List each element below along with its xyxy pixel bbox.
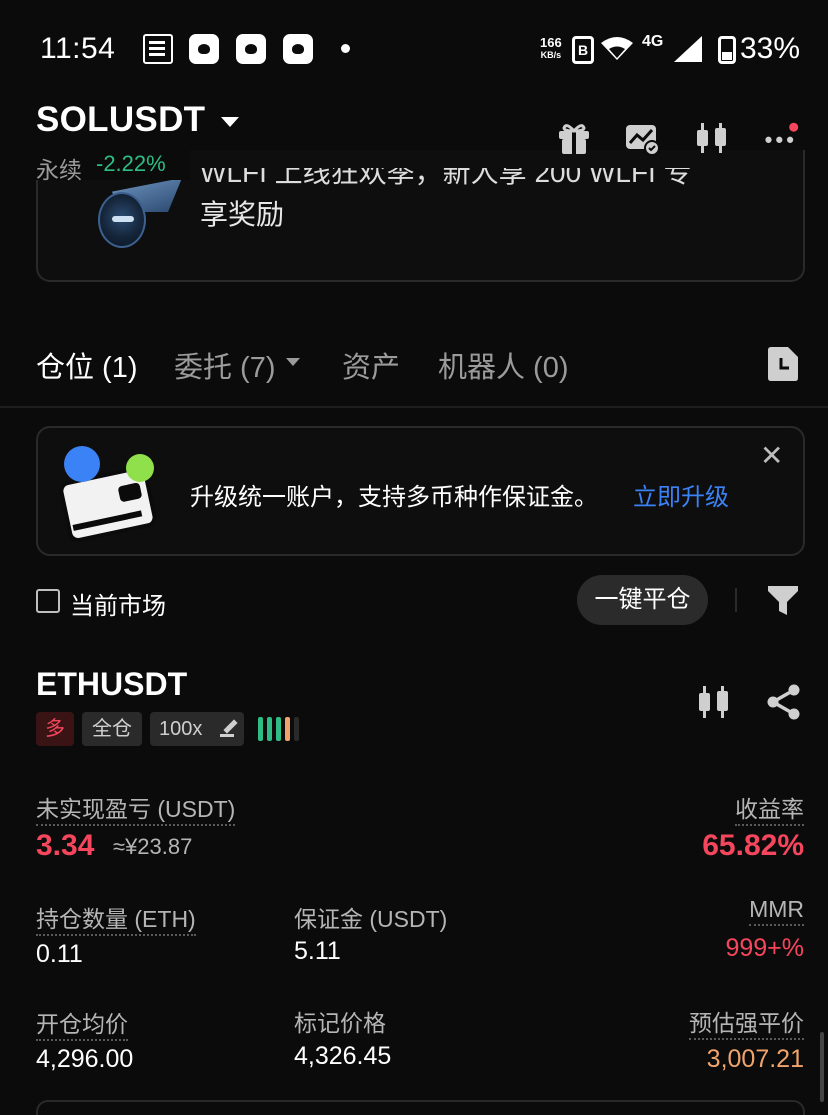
more-icon[interactable]: [764, 120, 800, 156]
adl-bar: [285, 717, 290, 741]
upgrade-text: 升级统一账户，支持多币种作保证金。: [190, 477, 598, 512]
history-doc-icon[interactable]: [766, 346, 800, 382]
roe-label: 收益率: [735, 790, 804, 824]
wifi-icon: [600, 36, 634, 62]
current-market-label[interactable]: 当前市场: [70, 586, 166, 621]
margin-label: 保证金 (USDT): [294, 900, 447, 934]
close-icon[interactable]: ✕: [760, 442, 783, 470]
position-symbol[interactable]: ETHUSDT: [36, 666, 187, 703]
baidu-notification-icon: [283, 34, 313, 64]
mark-price-value: 4,326.45: [294, 1042, 391, 1071]
divider: [735, 588, 737, 612]
price-change: -2.22%: [96, 151, 166, 177]
adl-bar: [267, 717, 272, 741]
size-value: 0.11: [36, 940, 83, 969]
candlestick-icon[interactable]: [694, 120, 730, 156]
promo-coin-image: [98, 192, 146, 248]
baidu-notification-icon: [236, 34, 266, 64]
current-market-checkbox[interactable]: [36, 589, 60, 613]
scrollbar[interactable]: [820, 1032, 824, 1102]
adl-bar: [294, 717, 299, 741]
entry-price-label: 开仓均价: [36, 1005, 128, 1039]
baidu-notification-icon: [189, 34, 219, 64]
roe-value: 65.82%: [702, 829, 804, 863]
chart-settings-icon[interactable]: [624, 120, 660, 156]
unrealized-pnl-label: 未实现盈亏 (USDT): [36, 790, 235, 824]
tab-bots[interactable]: 机器人 (0): [438, 344, 569, 386]
edit-icon: [220, 723, 234, 737]
mark-price-label: 标记价格: [294, 1004, 386, 1038]
adl-bar: [276, 717, 281, 741]
more-notifications-dot-icon: [341, 44, 350, 53]
filter-icon[interactable]: [766, 583, 800, 617]
side-badge: 多: [36, 712, 74, 746]
close-all-button[interactable]: 一键平仓: [577, 575, 708, 625]
status-time: 11:54: [40, 32, 115, 66]
battery-level: 33%: [740, 32, 800, 66]
battery-icon: [718, 36, 736, 64]
tab-positions[interactable]: 仓位 (1): [36, 344, 138, 386]
margin-mode-badge[interactable]: 全仓: [82, 712, 142, 746]
tab-assets[interactable]: 资产: [342, 344, 400, 386]
upgrade-now-link[interactable]: 立即升级: [633, 477, 729, 512]
size-label: 持仓数量 (ETH): [36, 900, 196, 934]
unrealized-pnl-cny: ≈¥23.87: [113, 834, 192, 860]
margin-value: 5.11: [294, 937, 341, 966]
promo-text: WLFI 上线狂欢季，新人享 200 WLFI 专 享奖励: [200, 168, 692, 236]
entry-price-value: 4,296.00: [36, 1045, 133, 1074]
adl-bar: [258, 717, 263, 741]
wallet-icon: [58, 444, 168, 542]
data-saver-icon: B: [572, 36, 594, 64]
gift-icon[interactable]: [556, 120, 592, 156]
pair-dropdown-icon[interactable]: [221, 117, 239, 127]
action-card: [36, 1100, 805, 1115]
network-type: 4G: [642, 33, 663, 51]
pair-title[interactable]: SOLUSDT: [36, 100, 205, 140]
liq-price-value: 3,007.21: [707, 1045, 804, 1074]
tab-orders[interactable]: 委托 (7): [174, 344, 276, 386]
unrealized-pnl-value: 3.34: [36, 829, 94, 863]
contract-type: 永续: [36, 151, 82, 185]
mmr-value: 999+%: [725, 934, 804, 963]
leverage-badge[interactable]: 100x: [150, 712, 244, 746]
network-speed: 166 KB/s: [540, 36, 562, 62]
message-notification-icon: [143, 34, 173, 64]
share-icon[interactable]: [766, 684, 802, 720]
tab-divider: [0, 406, 828, 408]
chevron-down-icon[interactable]: [286, 358, 300, 366]
mmr-label: MMR: [749, 896, 804, 923]
signal-icon: [674, 36, 702, 62]
candlestick-icon[interactable]: [696, 684, 732, 720]
liq-price-label: 预估强平价: [689, 1004, 804, 1038]
